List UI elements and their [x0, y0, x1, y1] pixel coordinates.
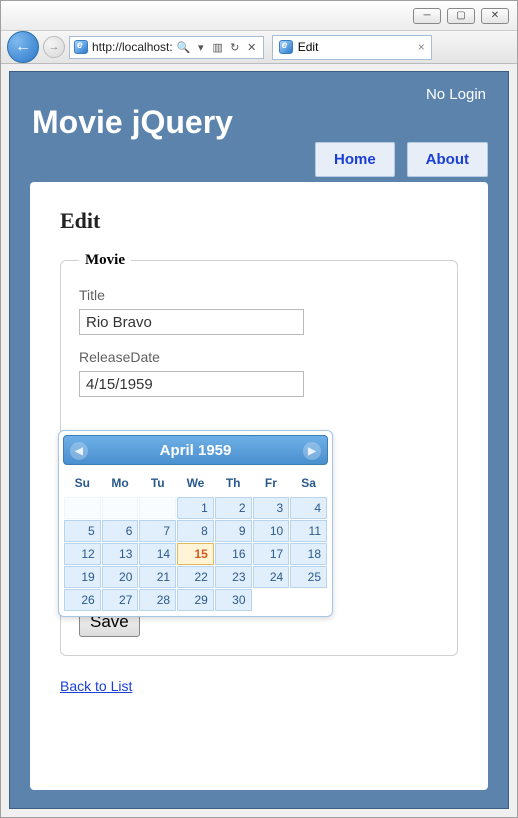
datepicker-day[interactable]: 28	[139, 589, 176, 611]
nav-home[interactable]: Home	[315, 142, 395, 177]
tab-title: Edit	[298, 40, 319, 54]
browser-tab[interactable]: Edit ×	[272, 35, 432, 60]
datepicker-blank	[139, 497, 176, 519]
datepicker-dow: Fr	[253, 470, 290, 496]
datepicker-dow: Sa	[290, 470, 327, 496]
datepicker-day[interactable]: 8	[177, 520, 214, 542]
datepicker-day[interactable]: 20	[102, 566, 139, 588]
datepicker-day[interactable]: 25	[290, 566, 327, 588]
datepicker-day[interactable]: 27	[102, 589, 139, 611]
datepicker-day[interactable]: 12	[64, 543, 101, 565]
compat-icon[interactable]: ▥	[211, 40, 225, 54]
close-window-button[interactable]: ✕	[481, 8, 509, 24]
minimize-button[interactable]: ─	[413, 8, 441, 24]
datepicker-dow: Mo	[102, 470, 139, 496]
address-bar-icons: 🔍 ▾ ▥ ↻ ✕	[177, 40, 259, 54]
datepicker-day[interactable]: 11	[290, 520, 327, 542]
datepicker-day[interactable]: 15	[177, 543, 214, 565]
address-bar[interactable]: http://localhost: 🔍 ▾ ▥ ↻ ✕	[69, 36, 264, 59]
forward-button[interactable]: →	[43, 36, 65, 58]
fieldset-legend: Movie	[79, 252, 131, 269]
datepicker-day[interactable]: 7	[139, 520, 176, 542]
search-icon[interactable]: 🔍	[177, 40, 191, 54]
datepicker-grid: SuMoTuWeThFrSa 1234567891011121314151617…	[63, 469, 328, 612]
datepicker-day[interactable]: 9	[215, 520, 252, 542]
datepicker: ◀ April 1959 ▶ SuMoTuWeThFrSa 1234567891…	[58, 430, 333, 617]
datepicker-dow: Su	[64, 470, 101, 496]
datepicker-day[interactable]: 3	[253, 497, 290, 519]
datepicker-day[interactable]: 23	[215, 566, 252, 588]
login-link[interactable]: No Login	[426, 86, 486, 103]
releasedate-label: ReleaseDate	[79, 349, 439, 365]
title-label: Title	[79, 287, 439, 303]
datepicker-day[interactable]: 1	[177, 497, 214, 519]
datepicker-day[interactable]: 29	[177, 589, 214, 611]
datepicker-day[interactable]: 13	[102, 543, 139, 565]
datepicker-day[interactable]: 4	[290, 497, 327, 519]
datepicker-day[interactable]: 24	[253, 566, 290, 588]
page-heading: Edit	[60, 208, 458, 234]
datepicker-day[interactable]: 10	[253, 520, 290, 542]
main-nav: Home About	[315, 142, 488, 177]
datepicker-day[interactable]: 19	[64, 566, 101, 588]
refresh-icon[interactable]: ↻	[228, 40, 242, 54]
app-title: Movie jQuery	[32, 104, 233, 141]
dropdown-icon[interactable]: ▾	[194, 40, 208, 54]
close-tab-icon[interactable]: ×	[418, 40, 425, 54]
url-text: http://localhost:	[92, 40, 173, 54]
datepicker-month-label: April 1959	[160, 442, 232, 459]
datepicker-prev-icon[interactable]: ◀	[70, 442, 88, 460]
datepicker-day[interactable]: 2	[215, 497, 252, 519]
window-titlebar: ─ ▢ ✕	[1, 1, 517, 31]
stop-icon[interactable]: ✕	[245, 40, 259, 54]
browser-toolbar: ← → http://localhost: 🔍 ▾ ▥ ↻ ✕ Edit ×	[1, 31, 517, 64]
datepicker-day[interactable]: 16	[215, 543, 252, 565]
datepicker-dow: Th	[215, 470, 252, 496]
datepicker-dow: Tu	[139, 470, 176, 496]
datepicker-blank	[102, 497, 139, 519]
datepicker-day[interactable]: 18	[290, 543, 327, 565]
back-to-list-link[interactable]: Back to List	[60, 678, 132, 694]
datepicker-day[interactable]: 30	[215, 589, 252, 611]
datepicker-day[interactable]: 17	[253, 543, 290, 565]
page-body: No Login Movie jQuery Home About Edit Mo…	[9, 71, 509, 809]
nav-about[interactable]: About	[407, 142, 488, 177]
datepicker-day[interactable]: 22	[177, 566, 214, 588]
ie-icon	[74, 40, 88, 54]
maximize-button[interactable]: ▢	[447, 8, 475, 24]
datepicker-dow: We	[177, 470, 214, 496]
back-button[interactable]: ←	[7, 31, 39, 63]
datepicker-header: ◀ April 1959 ▶	[63, 435, 328, 465]
title-input[interactable]	[79, 309, 304, 335]
datepicker-day[interactable]: 26	[64, 589, 101, 611]
ie-icon	[279, 40, 293, 54]
datepicker-next-icon[interactable]: ▶	[303, 442, 321, 460]
releasedate-input[interactable]	[79, 371, 304, 397]
datepicker-day[interactable]: 5	[64, 520, 101, 542]
datepicker-day[interactable]: 21	[139, 566, 176, 588]
datepicker-day[interactable]: 14	[139, 543, 176, 565]
datepicker-day[interactable]: 6	[102, 520, 139, 542]
datepicker-blank	[64, 497, 101, 519]
